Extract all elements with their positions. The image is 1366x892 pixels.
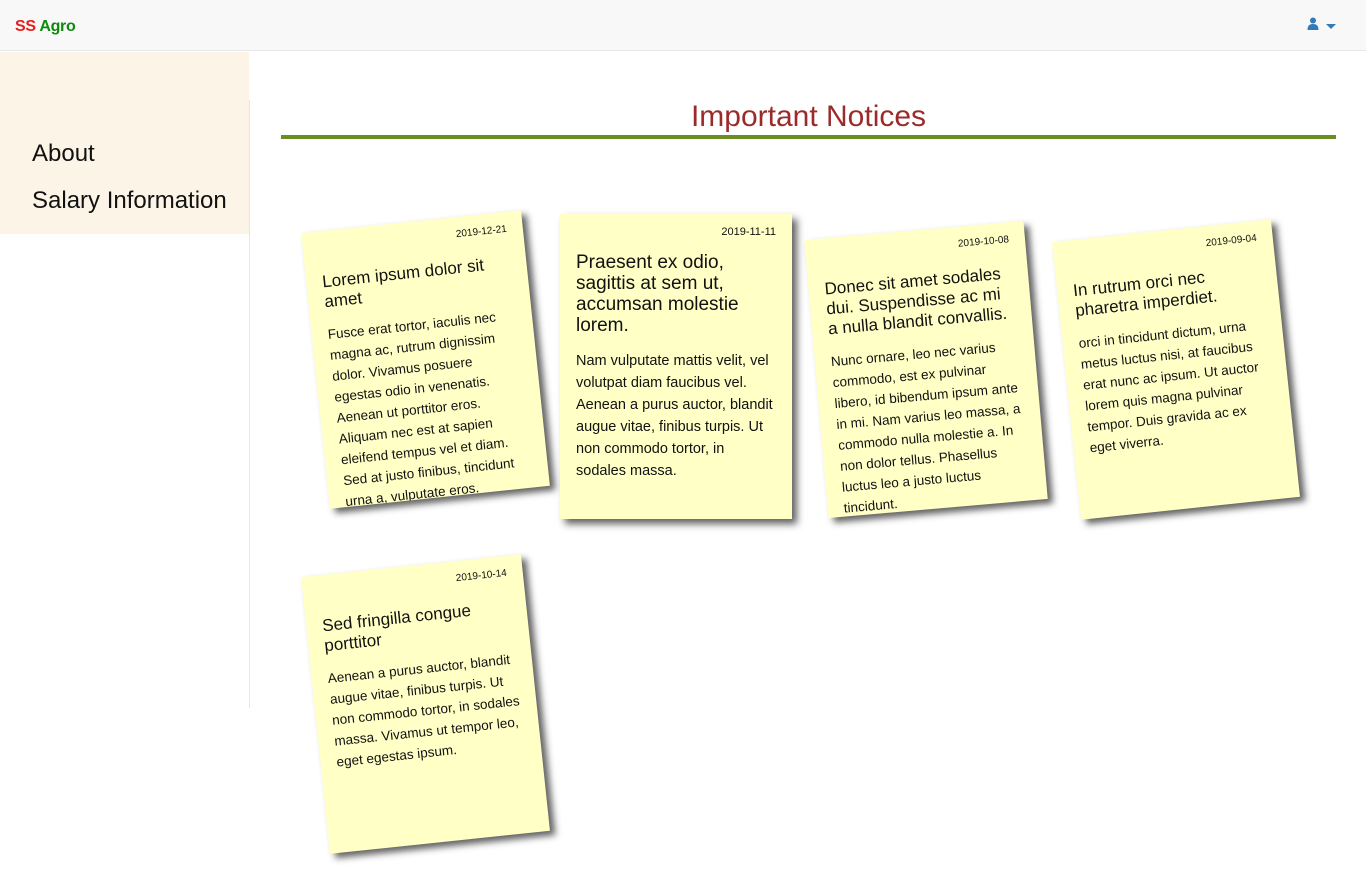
notice-title: Praesent ex odio, sagittis at sem ut, ac… (576, 252, 739, 336)
sidebar: About Salary Information (0, 52, 249, 234)
brand-part-ss: SS (15, 18, 36, 35)
user-icon (1307, 17, 1319, 35)
notice-body: Aenean a purus auctor, blandit augue vit… (327, 651, 521, 770)
notice-date: 2019-12-21 (455, 223, 508, 241)
notice-title: Sed fringilla congue porttitor (321, 600, 472, 656)
notice-card[interactable]: 2019-10-14 Sed fringilla congue porttito… (301, 554, 550, 854)
notice-date: 2019-10-14 (455, 567, 508, 585)
notice-body: orci in tincidunt dictum, urna metus luc… (1077, 318, 1260, 456)
top-navbar: SS Agro (0, 0, 1366, 51)
notice-title: Donec sit amet sodales dui. Suspendisse … (823, 264, 1008, 339)
notice-title: In rutrum orci nec pharetra imperdiet. (1072, 267, 1219, 321)
chevron-down-icon (1326, 23, 1336, 29)
brand-part-agro: Agro (39, 18, 76, 35)
notice-date: 2019-09-04 (1205, 232, 1258, 250)
page-title: Important Notices (690, 100, 927, 133)
notice-body: Fusce erat tortor, iaculis nec magna ac,… (327, 309, 515, 509)
user-menu-dropdown[interactable] (1307, 17, 1336, 35)
notice-title: Lorem ipsum dolor sit amet (321, 255, 485, 312)
sidebar-item-about[interactable]: About (32, 140, 95, 168)
brand-logo[interactable]: SS Agro (15, 18, 76, 36)
notice-date: 2019-11-11 (721, 226, 776, 238)
notice-card[interactable]: 2019-10-08 Donec sit amet sodales dui. S… (804, 220, 1048, 519)
notice-body: Nam vulputate mattis velit, vel volutpat… (576, 353, 773, 479)
title-divider (281, 135, 1336, 139)
notice-card[interactable]: 2019-12-21 Lorem ipsum dolor sit amet Fu… (301, 210, 550, 509)
sidebar-divider (249, 100, 250, 708)
notice-date: 2019-10-08 (957, 234, 1010, 250)
notice-body: Nunc ornare, leo nec varius commodo, est… (830, 339, 1021, 516)
sidebar-item-salary-information[interactable]: Salary Information (32, 187, 227, 215)
notice-card[interactable]: 2019-11-11 Praesent ex odio, sagittis at… (560, 214, 792, 519)
notice-card[interactable]: 2019-09-04 In rutrum orci nec pharetra i… (1052, 219, 1300, 520)
